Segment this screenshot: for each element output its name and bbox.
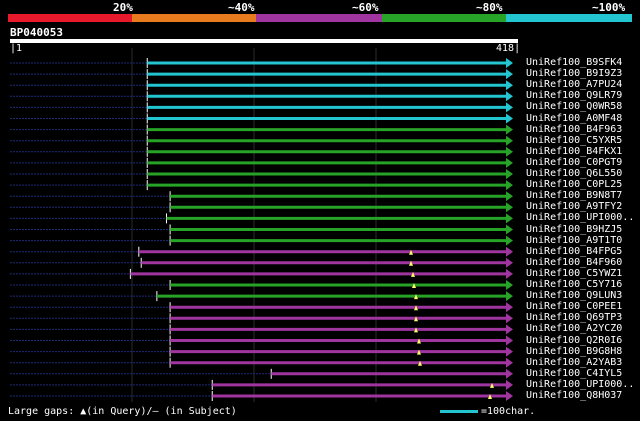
- hit-label[interactable]: UniRef100_Q0WR58: [526, 101, 622, 112]
- hit-arrow-icon: [506, 135, 513, 146]
- hit-label[interactable]: UniRef100_B9I9Z3: [526, 68, 622, 79]
- hit-label[interactable]: UniRef100_C0PEE1: [526, 301, 622, 312]
- hit-label[interactable]: UniRef100_C0PGT9: [526, 157, 622, 168]
- hit-arrow-icon: [506, 113, 513, 124]
- hit-label[interactable]: UniRef100_A0MF48: [526, 113, 622, 124]
- hit-arrow-icon: [506, 202, 513, 213]
- hit-label[interactable]: UniRef100_Q9LR79: [526, 90, 622, 101]
- hit-label[interactable]: UniRef100_B9SFK4: [526, 57, 622, 68]
- hit-arrow-icon: [506, 302, 513, 313]
- hit-label[interactable]: UniRef100_A2YCZ0: [526, 323, 622, 334]
- gap-legend: Large gaps: ▲(in Query)/– (in Subject): [8, 406, 237, 417]
- hit-arrow-icon: [506, 180, 513, 191]
- hit-label[interactable]: UniRef100_C5Y716: [526, 279, 622, 290]
- hit-arrow-icon: [506, 224, 513, 235]
- hit-label[interactable]: UniRef100_C5YXR5: [526, 135, 622, 146]
- hit-label[interactable]: UniRef100_B9HZJ5: [526, 224, 622, 235]
- hit-label[interactable]: UniRef100_B4F960: [526, 257, 622, 268]
- hit-arrow-icon: [506, 69, 513, 80]
- hit-label[interactable]: UniRef100_B4FPG5: [526, 246, 622, 257]
- hit-arrow-icon: [506, 391, 513, 401]
- hit-arrow-icon: [506, 257, 513, 268]
- hit-arrow-icon: [506, 102, 513, 113]
- hit-arrow-icon: [506, 124, 513, 135]
- hit-label[interactable]: UniRef100_Q8H037: [526, 390, 622, 401]
- hit-label[interactable]: UniRef100_A7PU24: [526, 79, 622, 90]
- hit-arrow-icon: [506, 246, 513, 257]
- hit-arrow-icon: [506, 213, 513, 224]
- hit-arrow-icon: [506, 357, 513, 368]
- hit-arrow-icon: [506, 191, 513, 202]
- hit-label[interactable]: UniRef100_B9G8H8: [526, 346, 622, 357]
- hit-label[interactable]: UniRef100_UPI000..: [526, 212, 634, 223]
- hit-label[interactable]: UniRef100_UPI000..: [526, 379, 634, 390]
- hit-arrow-icon: [506, 324, 513, 335]
- hit-arrow-icon: [506, 346, 513, 357]
- hit-label[interactable]: UniRef100_A9TFY2: [526, 201, 622, 212]
- hit-label[interactable]: UniRef100_C0PL25: [526, 179, 622, 190]
- hit-label[interactable]: UniRef100_B9N8T7: [526, 190, 622, 201]
- hit-label[interactable]: UniRef100_Q69TP3: [526, 312, 622, 323]
- scale-bar: [440, 409, 478, 413]
- hit-arrow-icon: [506, 379, 513, 390]
- hit-label[interactable]: UniRef100_B4F963: [526, 124, 622, 135]
- hit-label[interactable]: UniRef100_Q6L550: [526, 168, 622, 179]
- hit-label[interactable]: UniRef100_A2YAB3: [526, 357, 622, 368]
- hit-label[interactable]: UniRef100_A9T1T0: [526, 235, 622, 246]
- hit-label[interactable]: UniRef100_Q9LUN3: [526, 290, 622, 301]
- hit-arrow-icon: [506, 291, 513, 302]
- hit-label[interactable]: UniRef100_B4FKX1: [526, 146, 622, 157]
- hit-arrow-icon: [506, 91, 513, 102]
- scale-label: =100char.: [481, 406, 536, 417]
- hit-arrow-icon: [506, 157, 513, 168]
- hit-arrow-icon: [506, 280, 513, 290]
- scale-legend: =100char.: [440, 406, 535, 417]
- hit-label[interactable]: UniRef100_C5YWZ1: [526, 268, 622, 279]
- hit-label[interactable]: UniRef100_Q2R0I6: [526, 335, 622, 346]
- hit-arrow-icon: [506, 313, 513, 324]
- hit-arrow-icon: [506, 368, 513, 379]
- hit-arrow-icon: [506, 169, 513, 179]
- hit-arrow-icon: [506, 268, 513, 279]
- hit-arrow-icon: [506, 80, 513, 91]
- hit-arrow-icon: [506, 235, 513, 246]
- hit-label[interactable]: UniRef100_C4IYL5: [526, 368, 622, 379]
- hit-arrow-icon: [506, 146, 513, 157]
- hit-arrow-icon: [506, 58, 513, 68]
- hit-arrow-icon: [506, 335, 513, 346]
